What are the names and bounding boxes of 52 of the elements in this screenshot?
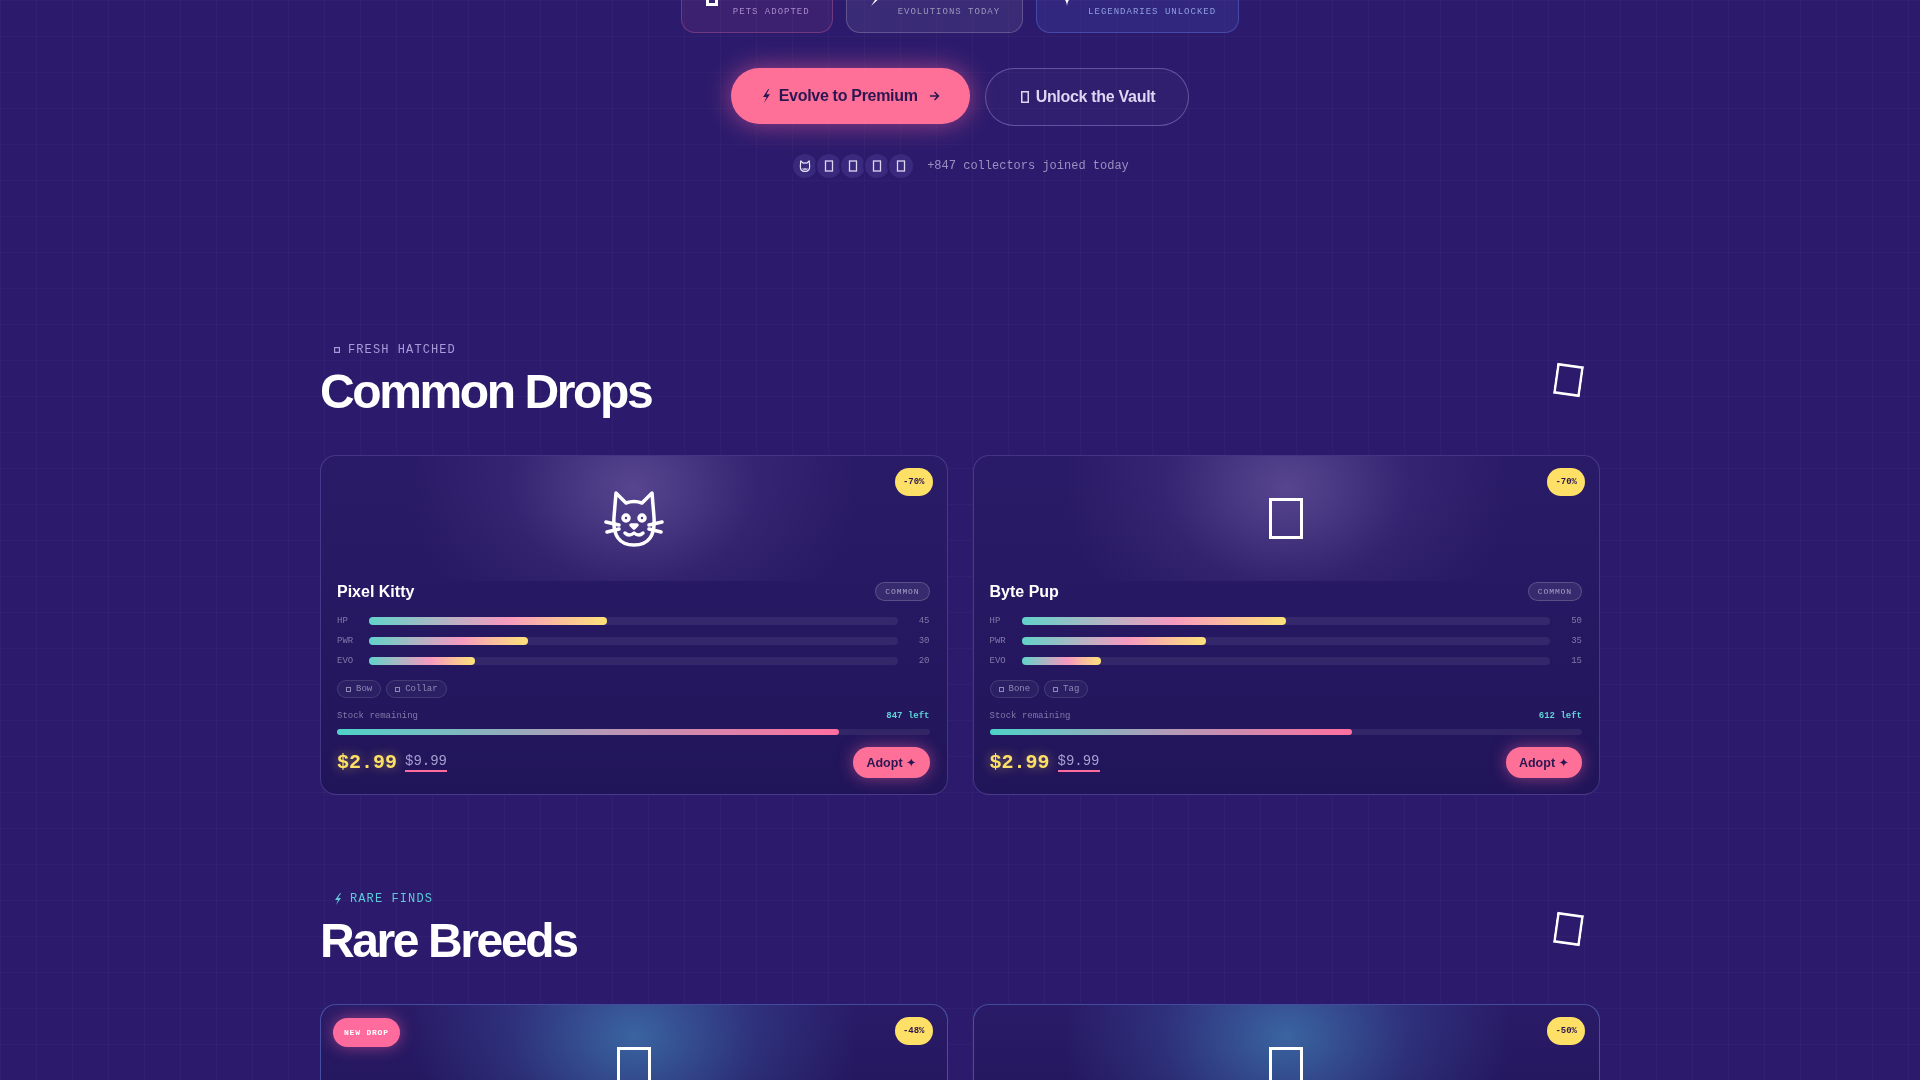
tag-label: Collar [405,684,438,694]
tag-label: Bow [356,684,373,694]
price: $2.99 [989,750,1050,775]
lightning-icon [761,89,771,103]
stock-label: Stock remaining [989,711,1071,722]
empty-square-icon [1269,498,1304,539]
section-title: Rare Breeds [320,917,577,965]
discount-badge: -50% [1547,1017,1585,1045]
section-eyebrow: RARE FINDS [350,892,433,906]
attribute-label: PWR [989,635,1007,647]
rarity-pill: COMMON [875,582,930,601]
attribute-value: 45 [917,615,930,627]
old-price: $9.99 [405,753,448,772]
social-proof-text: +847 collectors joined today [927,159,1129,173]
lightning-icon [334,893,342,905]
stat-label: EVOLUTIONS TODAY [897,6,1001,18]
price: $2.99 [337,750,397,775]
pet-name: Pixel Kitty [337,582,415,601]
stock-label: Stock remaining [337,711,418,722]
old-price: $9.99 [1057,753,1100,772]
empty-square-icon [1020,91,1029,103]
tag-label: Bone [1008,684,1031,694]
attribute-label: PWR [337,635,355,647]
cat-face-icon [603,488,664,549]
promo-badge: NEW DROP [333,1018,400,1047]
attribute-value: 20 [917,655,930,667]
section-title: Common Drops [320,368,652,416]
stock-count: 612 left [1538,711,1582,722]
attribute-value: 30 [917,635,930,647]
attribute-label: HP [989,615,1002,627]
square-avatar-icon [887,152,916,180]
discount-badge: -70% [1547,468,1585,496]
discount-badge: -70% [894,468,933,496]
stat-label: LEGENDARIES UNLOCKED [1088,6,1217,18]
rarity-pill: COMMON [1527,582,1582,601]
arrow-right-icon [929,91,940,101]
stock-count: 847 left [886,711,930,722]
tag-label: Tag [1063,684,1080,694]
adopt-button[interactable]: Adopt ✦ [853,747,930,778]
attribute-label: HP [337,615,349,627]
secondary-button[interactable]: Unlock the Vault [984,68,1190,126]
attribute-value: 15 [1570,655,1582,667]
stat-label: PETS ADOPTED [732,6,810,18]
discount-badge: -48% [894,1017,933,1045]
primary-button[interactable]: Evolve to Premium [730,68,970,124]
adopt-button[interactable]: Adopt ✦ [1505,747,1582,778]
attribute-label: EVO [337,655,355,667]
pet-name: Byte Pup [989,582,1059,601]
attribute-label: EVO [989,655,1007,667]
section-eyebrow: FRESH HATCHED [348,343,456,357]
attribute-value: 35 [1570,635,1582,647]
attribute-value: 50 [1570,615,1582,627]
